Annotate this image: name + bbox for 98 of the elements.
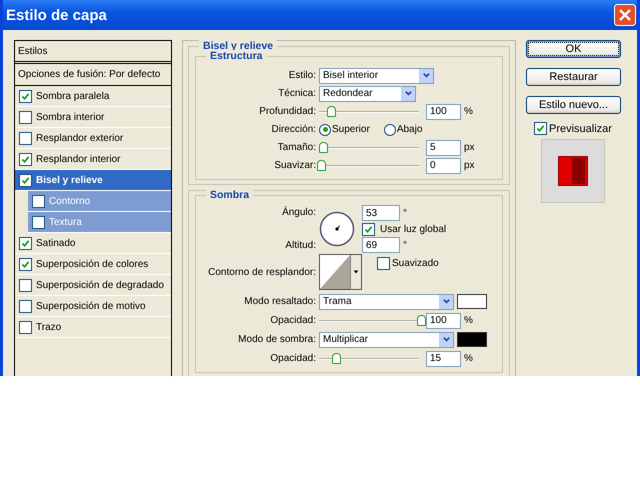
close-icon[interactable] <box>614 4 636 26</box>
list-item[interactable]: Resplandor exterior <box>15 128 171 149</box>
field-label: Tamaño: <box>276 142 316 153</box>
list-item[interactable]: Sombra interior <box>15 107 171 128</box>
radio-option[interactable]: Abajo <box>384 124 422 136</box>
item-label: Resplandor exterior <box>36 132 124 144</box>
group-title: Estructura <box>206 50 267 62</box>
list-item[interactable]: Superposición de degradado <box>15 275 171 296</box>
number-field[interactable]: 5 <box>426 140 461 156</box>
slider-thumb[interactable] <box>317 160 326 170</box>
unit-label: % <box>464 106 473 117</box>
checkbox[interactable] <box>19 236 32 250</box>
color-swatch[interactable] <box>457 294 487 309</box>
item-label: Resplandor interior <box>36 154 120 164</box>
layer-preview-icon <box>558 156 588 186</box>
technique-dropdown[interactable]: Redondear <box>319 86 416 102</box>
number-field[interactable]: 69 <box>362 237 400 253</box>
list-item[interactable]: Satinado <box>15 233 171 254</box>
dialog-button[interactable]: Restaurar <box>526 68 621 86</box>
list-item[interactable]: Superposición de motivo <box>15 296 171 317</box>
item-label: Sombra interior <box>36 112 104 122</box>
field-label: Modo de sombra: <box>237 334 316 345</box>
number-field[interactable]: 100 <box>426 104 461 120</box>
list-item[interactable]: Sombra paralela <box>15 86 171 107</box>
checkbox[interactable] <box>19 90 32 102</box>
field-label: Dirección: <box>270 124 316 135</box>
number-field[interactable]: 15 <box>426 350 461 366</box>
number-field[interactable]: 100 <box>426 312 461 328</box>
slider-thumb[interactable] <box>327 106 336 116</box>
group-title: Sombra <box>206 189 254 201</box>
item-label: Satinado <box>36 238 76 248</box>
field-label: Altitud: <box>284 240 316 251</box>
item-label: Superposición de motivo <box>36 300 146 312</box>
list-item[interactable]: Trazo <box>15 317 171 338</box>
checkmark-icon <box>536 124 545 133</box>
unit-label: ° <box>403 240 407 250</box>
checkbox[interactable] <box>19 258 32 270</box>
blend-mode-dropdown[interactable]: Multiplicar <box>319 332 454 348</box>
color-swatch[interactable] <box>457 332 487 347</box>
number-field[interactable]: 53 <box>362 205 400 221</box>
item-label: Superposición de degradado <box>36 280 164 290</box>
checkbox[interactable] <box>19 152 32 166</box>
field-label: Opacidad: <box>269 315 316 326</box>
field-label: Suavizar: <box>273 160 316 171</box>
unit-label: % <box>464 353 473 364</box>
item-label: Trazo <box>36 322 62 332</box>
list-header: Estilos <box>15 41 171 64</box>
slider-thumb[interactable] <box>417 314 426 326</box>
list-item[interactable]: Opciones de fusión: Por defecto <box>15 64 171 86</box>
checkmark-icon <box>364 224 373 234</box>
checkbox[interactable] <box>19 320 32 334</box>
checkbox-label[interactable]: Usar luz global <box>362 222 446 236</box>
list-item[interactable]: Superposición de colores <box>15 254 171 275</box>
unit-label: ° <box>403 208 407 218</box>
checkbox[interactable] <box>19 300 32 312</box>
contour-picker[interactable] <box>319 254 362 290</box>
field-label: Estilo: <box>288 70 316 81</box>
caret-icon <box>442 335 450 344</box>
checkmark-icon <box>21 238 30 248</box>
unit-label: px <box>464 160 475 171</box>
style-dropdown[interactable]: Bisel interior <box>319 68 434 84</box>
radio-option[interactable]: Superior <box>319 124 370 136</box>
list-item[interactable]: Bisel y relieve <box>15 170 171 191</box>
checkbox[interactable] <box>19 174 32 186</box>
item-label: Bisel y relieve <box>36 174 103 186</box>
checkmark-icon <box>21 176 30 184</box>
slider-thumb[interactable] <box>332 352 341 364</box>
item-label: Superposición de colores <box>36 258 148 270</box>
item-label: Textura <box>49 216 82 228</box>
dialog-button[interactable]: Estilo nuevo... <box>526 96 621 114</box>
item-label: Sombra paralela <box>36 90 110 102</box>
checkmark-icon <box>21 260 30 268</box>
checkbox[interactable] <box>19 278 32 292</box>
checkbox-label[interactable]: Suavizado <box>377 257 439 270</box>
checkbox-label[interactable]: Previsualizar <box>534 122 621 135</box>
checkmark-icon <box>21 92 30 100</box>
angle-dial-icon[interactable] <box>319 211 355 247</box>
caret-icon <box>353 269 359 275</box>
window-title: Estilo de capa <box>6 6 107 24</box>
checkbox[interactable] <box>32 194 45 208</box>
field-label: Modo resaltado: <box>243 296 316 307</box>
unit-label: px <box>464 142 475 153</box>
blend-mode-dropdown[interactable]: Trama <box>319 294 454 310</box>
ok-button[interactable]: OK <box>526 40 621 58</box>
item-label: Contorno <box>49 196 90 206</box>
unit-label: % <box>464 315 473 326</box>
checkbox[interactable] <box>32 216 45 228</box>
field-label: Opacidad: <box>269 353 316 364</box>
slider-thumb[interactable] <box>319 142 328 152</box>
field-label: Ángulo: <box>281 207 316 218</box>
field-label: Profundidad: <box>258 106 316 117</box>
field-label: Contorno de resplandor: <box>207 266 316 278</box>
checkbox[interactable] <box>19 132 32 144</box>
number-field[interactable]: 0 <box>426 158 461 174</box>
checkbox[interactable] <box>19 110 32 124</box>
checkmark-icon <box>21 154 30 164</box>
caret-icon <box>442 297 450 306</box>
field-label: Técnica: <box>277 88 316 99</box>
